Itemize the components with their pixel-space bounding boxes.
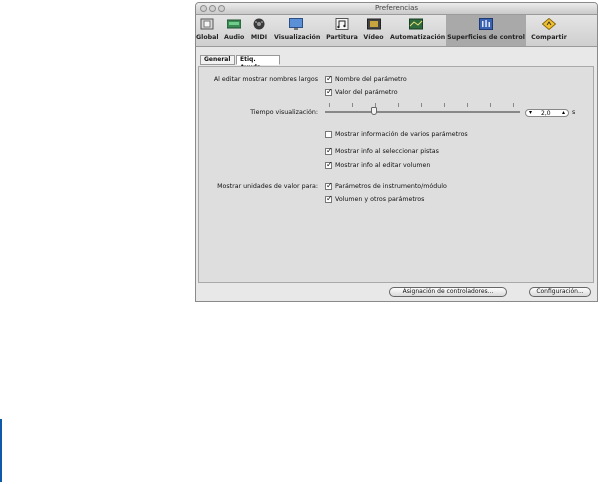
window-title: Preferencias: [374, 4, 419, 12]
volume-edit-checkbox[interactable]: [325, 160, 333, 169]
display-time-slider[interactable]: [325, 103, 520, 119]
toolbar-item-score[interactable]: Partitura: [325, 15, 359, 46]
toolbar-item-midi[interactable]: MIDI: [248, 15, 270, 46]
slider-knob[interactable]: [370, 107, 377, 115]
automation-icon: [409, 18, 423, 30]
display-time-unit: s: [572, 109, 576, 116]
multi-params-label: Mostrar información de varios parámetros: [335, 131, 468, 138]
score-icon: [335, 18, 349, 30]
audio-icon: [227, 19, 241, 29]
toolbar-item-automation[interactable]: Automatización: [390, 15, 445, 46]
accent-bar: [0, 419, 2, 482]
volume-edit-label: Mostrar info al editar volumen: [335, 162, 431, 169]
instrument-params-label: Parámetros de instrumento/módulo: [335, 183, 447, 190]
controller-assignments-button[interactable]: Asignación de controladores...: [389, 287, 507, 297]
stepper-up-arrow-icon[interactable]: ▴: [562, 109, 565, 116]
display-time-value: 2,0: [541, 110, 551, 117]
param-value-label: Valor del parámetro: [335, 89, 398, 96]
toolbar-item-global[interactable]: Global: [196, 15, 219, 46]
toolbar-item-visualization[interactable]: Visualización: [274, 15, 320, 46]
multi-params-checkbox[interactable]: [325, 131, 332, 138]
track-select-label: Mostrar info al seleccionar pistas: [335, 148, 439, 155]
help-tags-panel: Al editar mostrar nombres largos Nombre …: [198, 66, 594, 283]
tab-general[interactable]: General: [200, 55, 235, 65]
toolbar: Global Audio MIDI Visualización Partitur…: [196, 15, 597, 47]
video-icon: [366, 18, 381, 30]
show-value-units-label: Mostrar unidades de valor para:: [217, 183, 318, 190]
instrument-params-checkbox[interactable]: [325, 181, 333, 190]
visualization-icon: [289, 18, 303, 30]
volume-params-checkbox[interactable]: [325, 194, 333, 203]
toolbar-item-share[interactable]: Compartir: [529, 15, 569, 46]
title-bar[interactable]: Preferencias: [196, 3, 597, 15]
toolbar-item-control-surfaces[interactable]: Superficies de control: [446, 15, 526, 46]
midi-icon: [253, 18, 265, 30]
tab-help-tags[interactable]: Etiq. Ayuda: [236, 55, 280, 71]
display-time-stepper[interactable]: ▾ 2,0 ▴: [525, 109, 569, 117]
share-icon: [542, 18, 556, 30]
show-long-names-label: Al editar mostrar nombres largos: [213, 76, 318, 83]
setup-button[interactable]: Configuración...: [529, 287, 591, 297]
param-name-checkbox[interactable]: [325, 74, 333, 83]
volume-params-label: Volumen y otros parámetros: [335, 196, 425, 203]
track-select-checkbox[interactable]: [325, 146, 333, 155]
control-surfaces-icon: [479, 18, 493, 30]
stepper-down-arrow-icon[interactable]: ▾: [529, 109, 532, 116]
param-name-label: Nombre del parámetro: [335, 76, 407, 83]
toolbar-item-video[interactable]: Vídeo: [362, 15, 385, 46]
display-time-label: Tiempo visualización:: [250, 109, 318, 116]
preferences-window: Preferencias Global Audio MIDI Visualiza…: [195, 2, 598, 302]
param-value-checkbox[interactable]: [325, 87, 333, 96]
toolbar-item-audio[interactable]: Audio: [224, 15, 244, 46]
global-icon: [200, 18, 213, 30]
